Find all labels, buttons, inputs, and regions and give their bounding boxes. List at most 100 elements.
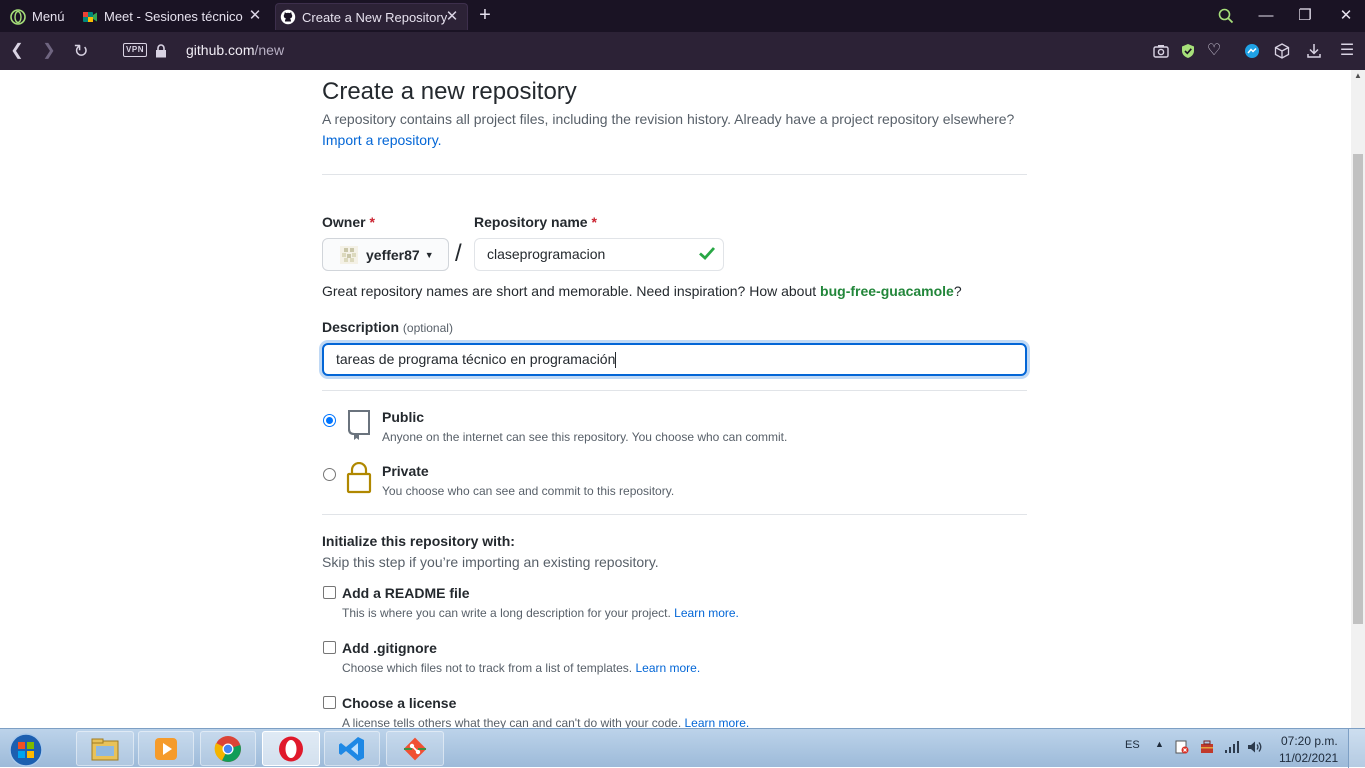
forward-button[interactable]: ❯ — [38, 40, 60, 62]
close-window-button[interactable]: ✕ — [1333, 4, 1359, 28]
toolbox-icon[interactable] — [1200, 740, 1214, 757]
opera-icon — [279, 736, 303, 761]
caret-down-icon: ▼ — [424, 249, 434, 260]
download-icon[interactable] — [1303, 40, 1325, 62]
name-suggestion-hint: Great repository names are short and mem… — [322, 283, 962, 299]
description-value: tareas de programa técnico en programaci… — [336, 351, 616, 367]
vertical-scrollbar[interactable]: ▲ — [1351, 70, 1365, 728]
git-taskbar-button[interactable] — [386, 731, 444, 766]
required-mark: * — [369, 214, 375, 230]
hint-prefix: Great repository names are short and mem… — [322, 283, 821, 299]
gitignore-checkbox[interactable] — [323, 641, 336, 654]
repository-name-label: Repository name * — [474, 214, 597, 230]
description-label-text: Description — [322, 319, 400, 335]
explorer-taskbar-button[interactable] — [76, 731, 134, 766]
opera-menu-button[interactable]: Menú — [6, 3, 72, 30]
tab-meet[interactable]: Meet - Sesiones técnico pr ✕ — [78, 3, 270, 30]
minimize-button[interactable]: — — [1253, 4, 1279, 28]
meet-icon — [83, 11, 97, 22]
restore-button[interactable]: ❐ — [1292, 4, 1318, 28]
owner-value: yeffer87 — [366, 246, 420, 263]
public-radio[interactable] — [323, 414, 336, 427]
show-desktop-button[interactable] — [1348, 729, 1365, 768]
back-button[interactable]: ❮ — [6, 40, 28, 62]
page-content: Create a new repository A repository con… — [0, 70, 1351, 728]
tab-label: Menú — [32, 9, 65, 24]
language-indicator[interactable]: ES — [1125, 739, 1140, 751]
repository-name-input[interactable]: claseprogramacion — [474, 238, 724, 271]
name-suggestion-link[interactable]: bug-free-guacamole — [820, 283, 954, 299]
owner-select[interactable]: yeffer87 ▼ — [322, 238, 449, 271]
private-description: You choose who can see and commit to thi… — [382, 484, 675, 498]
page-title: Create a new repository — [322, 78, 577, 105]
description-input[interactable]: tareas de programa técnico en programaci… — [322, 343, 1027, 376]
messenger-icon[interactable] — [1241, 40, 1263, 62]
tab-create-repository[interactable]: Create a New Repository ✕ — [275, 3, 468, 30]
action-center-icon[interactable] — [1175, 740, 1189, 757]
git-icon — [403, 737, 427, 760]
scrollbar-thumb[interactable] — [1353, 154, 1363, 624]
lock-icon — [150, 40, 172, 62]
import-repository-link[interactable]: Import a repository. — [322, 132, 442, 148]
github-icon — [280, 9, 296, 25]
heart-icon[interactable]: ♡ — [1203, 40, 1225, 62]
browser-tab-strip: Menú Meet - Sesiones técnico pr ✕ Create… — [0, 0, 1365, 32]
opera-taskbar-button[interactable] — [262, 731, 320, 766]
divider — [322, 514, 1027, 515]
readme-learn-more-link[interactable]: Learn more. — [674, 606, 739, 620]
page-subtitle: A repository contains all project files,… — [322, 111, 1015, 127]
chrome-taskbar-button[interactable] — [200, 731, 256, 766]
search-icon[interactable] — [1213, 4, 1239, 28]
camera-icon[interactable] — [1150, 40, 1172, 62]
media-player-taskbar-button[interactable] — [138, 731, 194, 766]
reload-button[interactable]: ↻ — [70, 40, 92, 62]
vscode-taskbar-button[interactable] — [324, 731, 380, 766]
new-tab-button[interactable]: + — [474, 4, 496, 26]
gitignore-description-text: Choose which files not to track from a l… — [342, 661, 633, 675]
lock-icon — [346, 462, 372, 494]
address-bar[interactable]: github.com/new — [186, 42, 284, 58]
initialize-title: Initialize this repository with: — [322, 533, 515, 549]
explorer-icon — [91, 738, 119, 760]
vpn-badge[interactable]: VPN — [123, 43, 147, 57]
scroll-up-arrow-icon[interactable]: ▲ — [1354, 72, 1362, 80]
chrome-icon — [214, 735, 241, 762]
opera-icon — [10, 8, 26, 25]
license-learn-more-link[interactable]: Learn more. — [685, 716, 750, 728]
owner-repo-separator: / — [455, 240, 462, 267]
text-cursor — [615, 352, 617, 369]
divider — [322, 390, 1027, 391]
clock-date[interactable]: 11/02/2021 — [1279, 751, 1338, 765]
volume-icon[interactable] — [1247, 740, 1263, 757]
readme-description-text: This is where you can write a long descr… — [342, 606, 671, 620]
show-hidden-icons-icon[interactable]: ▲ — [1155, 739, 1164, 749]
tab-label: Meet - Sesiones técnico pr — [104, 9, 244, 24]
private-radio[interactable] — [323, 468, 336, 481]
shield-icon[interactable] — [1177, 40, 1199, 62]
gitignore-learn-more-link[interactable]: Learn more. — [635, 661, 700, 675]
public-title: Public — [382, 409, 425, 425]
owner-label-text: Owner — [322, 214, 366, 230]
divider — [322, 174, 1027, 175]
url-host: github.com — [186, 42, 255, 58]
initialize-description: Skip this step if you’re importing an ex… — [322, 554, 659, 570]
avatar — [340, 245, 358, 264]
media-player-icon — [155, 737, 177, 760]
hint-suffix: ? — [953, 283, 962, 299]
public-description: Anyone on the internet can see this repo… — [382, 430, 788, 444]
box-icon[interactable] — [1271, 40, 1293, 62]
close-icon[interactable]: ✕ — [246, 6, 264, 26]
repository-name-label-text: Repository name — [474, 214, 588, 230]
clock-time[interactable]: 07:20 p.m. — [1281, 734, 1338, 748]
owner-label: Owner * — [322, 214, 375, 230]
tab-label: Create a New Repository — [302, 9, 448, 25]
windows-start-icon[interactable] — [4, 731, 46, 767]
network-icon[interactable] — [1224, 740, 1240, 757]
readme-checkbox[interactable] — [323, 586, 336, 599]
vscode-icon — [339, 736, 364, 761]
repo-icon — [348, 410, 370, 440]
license-checkbox[interactable] — [323, 696, 336, 709]
license-description: A license tells others what they can and… — [342, 716, 749, 728]
menu-icon[interactable]: ☰ — [1336, 40, 1358, 62]
close-icon[interactable]: ✕ — [443, 7, 461, 27]
